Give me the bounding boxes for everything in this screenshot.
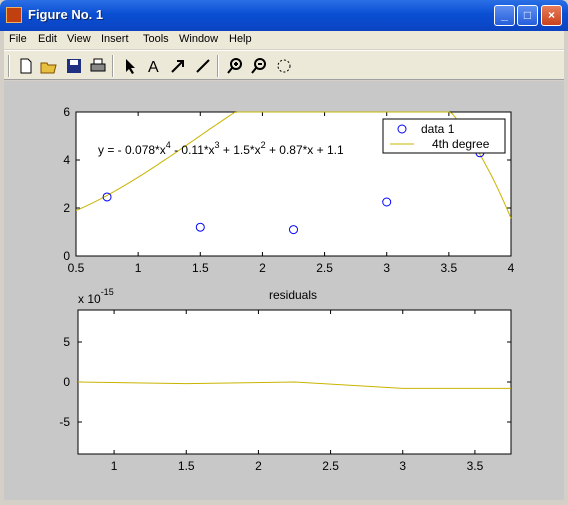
- x-tick-label: 1: [111, 459, 118, 473]
- y-tick-label: 5: [63, 335, 70, 349]
- x-tick-label: 4: [508, 261, 515, 275]
- menu-tools[interactable]: Tools: [143, 33, 169, 45]
- toolbar-separator: [217, 55, 219, 77]
- close-icon[interactable]: ×: [541, 5, 562, 26]
- open-icon[interactable]: [39, 56, 59, 76]
- menu-help[interactable]: Help: [229, 33, 252, 45]
- menu-edit[interactable]: Edit: [38, 33, 57, 45]
- line-icon[interactable]: [193, 56, 213, 76]
- y-tick-label: -5: [59, 415, 70, 429]
- legend-label-4th-degree: 4th degree: [432, 137, 490, 151]
- x-tick-label: 2.5: [322, 459, 339, 473]
- menu-bar: File Edit View Insert Tools Window Help: [4, 31, 564, 49]
- fit-equation: y = - 0.078*x4 - 0.11*x3 + 1.5*x2 + 0.87…: [98, 140, 344, 157]
- toolbar-separator: [8, 55, 10, 77]
- print-icon[interactable]: [88, 56, 108, 76]
- y-tick-label: 0: [63, 249, 70, 263]
- arrow-icon[interactable]: [168, 56, 188, 76]
- figure-canvas: 0.5 1 1.5 2 2.5 3 3.5 4 0 2 4 6 y = - 0.078*x4 - 0.…: [4, 81, 564, 500]
- minimize-icon[interactable]: _: [494, 5, 515, 26]
- exponent-label: x 10-15: [78, 287, 114, 306]
- x-tick-label: 3.5: [441, 261, 458, 275]
- x-tick-label: 1.5: [192, 261, 209, 275]
- x-tick-label: 3.5: [467, 459, 484, 473]
- new-figure-icon[interactable]: [16, 56, 36, 76]
- zoom-out-icon[interactable]: [249, 56, 269, 76]
- figure-svg: 0.5 1 1.5 2 2.5 3 3.5 4 0 2 4 6 y = - 0.078*x4 - 0.…: [59, 105, 515, 473]
- residuals-title: residuals: [269, 288, 317, 302]
- title-bar[interactable]: Figure No. 1 _ □ ×: [0, 0, 568, 31]
- y-tick-label: 2: [63, 201, 70, 215]
- menu-insert[interactable]: Insert: [101, 33, 129, 45]
- window-title: Figure No. 1: [28, 7, 104, 22]
- maximize-icon[interactable]: □: [517, 5, 538, 26]
- x-tick-label: 3: [399, 459, 406, 473]
- select-arrow-icon[interactable]: [120, 56, 140, 76]
- x-tick-label: 1: [135, 261, 142, 275]
- rotate-icon[interactable]: [274, 56, 294, 76]
- x-tick-label: 2: [255, 459, 262, 473]
- save-icon[interactable]: [64, 56, 84, 76]
- x-tick-label: 3: [383, 261, 390, 275]
- x-tick-label: 0.5: [68, 261, 85, 275]
- x-tick-label: 1.5: [178, 459, 195, 473]
- y-tick-label: 6: [63, 105, 70, 119]
- text-icon[interactable]: A: [144, 56, 164, 76]
- legend-label-data1: data 1: [421, 122, 455, 136]
- y-tick-label: 4: [63, 153, 70, 167]
- menu-window[interactable]: Window: [179, 33, 218, 45]
- legend[interactable]: data 1 4th degree: [382, 118, 506, 154]
- toolbar: A: [4, 50, 564, 80]
- zoom-in-icon[interactable]: [225, 56, 245, 76]
- y-tick-label: 0: [63, 375, 70, 389]
- toolbar-separator: [112, 55, 114, 77]
- svg-text:A: A: [148, 59, 159, 76]
- x-tick-label: 2: [259, 261, 266, 275]
- matlab-icon: [6, 7, 22, 23]
- menu-file[interactable]: File: [9, 33, 27, 45]
- x-tick-label: 2.5: [316, 261, 333, 275]
- menu-view[interactable]: View: [67, 33, 91, 45]
- figure-window: Figure No. 1 _ □ × File Edit View Insert…: [0, 0, 568, 504]
